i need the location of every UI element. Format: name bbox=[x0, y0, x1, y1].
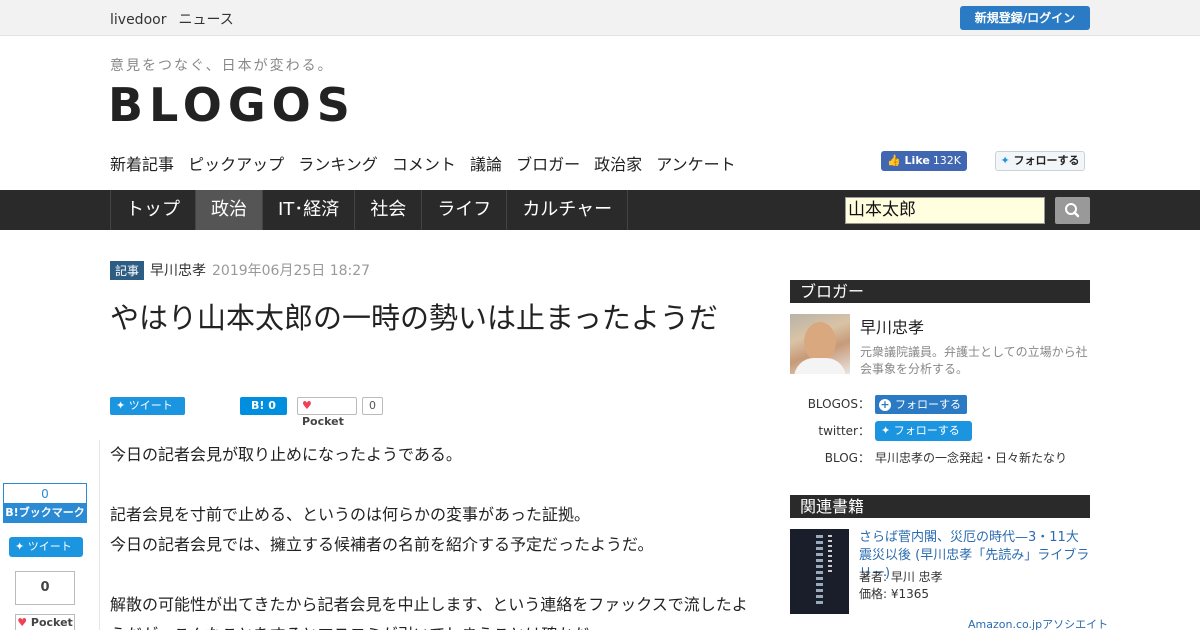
tw-follow-label: フォローする bbox=[1013, 154, 1080, 167]
hatena-bookmark-button[interactable]: B! 0 bbox=[240, 397, 287, 415]
paragraph: 今日の記者会見が取り止めになったようである。 bbox=[110, 445, 462, 464]
paragraph: 今日の記者会見では、擁立する候補者の名前を紹介する予定だったようだ。 bbox=[110, 535, 654, 554]
paragraph: うだが、こんなことをするとマスコミが引いてしまうことは確かだ。 bbox=[110, 620, 760, 630]
site-tagline: 意見をつなぐ、日本が変わる。 bbox=[110, 58, 334, 74]
article-meta: 記事 早川忠孝 2019年06月25日 18:27 bbox=[110, 260, 370, 280]
subnav-debate[interactable]: 議論 bbox=[470, 155, 502, 174]
float-tweet-button[interactable]: ✦ ツイート bbox=[9, 537, 83, 557]
facebook-like-button[interactable]: 👍 Like 132K bbox=[881, 151, 968, 171]
twitter-bird-icon: ✦ bbox=[116, 399, 126, 412]
float-hatena-button[interactable]: B!ブックマーク bbox=[3, 503, 87, 523]
pocket-label: Pocket bbox=[302, 415, 344, 428]
book-cover[interactable] bbox=[790, 529, 849, 614]
subnav-new[interactable]: 新着記事 bbox=[110, 155, 174, 174]
subnav-comment[interactable]: コメント bbox=[392, 155, 456, 174]
plus-icon: + bbox=[879, 398, 891, 411]
subnav-pickup[interactable]: ピックアップ bbox=[188, 155, 284, 174]
pocket-count: 0 bbox=[362, 397, 383, 415]
subnav-blogger[interactable]: ブロガー bbox=[516, 155, 580, 174]
float-tweet-label: ツイート bbox=[27, 540, 72, 553]
blogos-follow-button[interactable]: + フォローする bbox=[875, 395, 967, 414]
sub-navigation: 新着記事 ピックアップ ランキング コメント 議論 ブロガー 政治家 アンケート bbox=[110, 151, 745, 175]
search-input[interactable]: 山本太郎 bbox=[845, 197, 1045, 224]
twitter-follow-side-button[interactable]: ✦ フォローする bbox=[875, 421, 972, 441]
brand-news[interactable]: ニュース bbox=[178, 12, 233, 28]
article-date: 2019年06月25日 18:27 bbox=[212, 263, 371, 279]
hatena-label: B! bbox=[251, 399, 265, 412]
article-badge: 記事 bbox=[110, 261, 145, 280]
pocket-icon: ♥ bbox=[302, 399, 312, 412]
books-heading: 関連書籍 bbox=[790, 495, 1090, 518]
search-icon bbox=[1065, 203, 1080, 218]
subnav-politician[interactable]: 政治家 bbox=[594, 155, 642, 174]
twitter-follow-label: フォローする bbox=[893, 424, 960, 437]
hatena-count: 0 bbox=[268, 399, 276, 412]
fb-like-label: Like bbox=[904, 154, 930, 167]
tab-culture[interactable]: カルチャー bbox=[507, 190, 629, 230]
tab-society[interactable]: 社会 bbox=[355, 190, 423, 230]
blogos-follow-label: フォローする bbox=[895, 398, 961, 411]
livedoor-brand[interactable]: livedoor ニュース bbox=[110, 9, 246, 29]
blog-label: BLOG： bbox=[824, 451, 870, 465]
tab-it-economy[interactable]: IT･経済 bbox=[263, 190, 356, 230]
blogger-avatar[interactable] bbox=[790, 314, 850, 374]
tweet-button[interactable]: ✦ ツイート bbox=[110, 397, 185, 415]
tab-life[interactable]: ライフ bbox=[422, 190, 508, 230]
twitter-follow-button[interactable]: ✦ フォローする bbox=[995, 151, 1085, 171]
tab-top[interactable]: トップ bbox=[111, 190, 196, 230]
blogger-heading: ブロガー bbox=[790, 280, 1090, 303]
fb-like-count: 132K bbox=[932, 154, 962, 167]
tab-politics[interactable]: 政治 bbox=[196, 190, 263, 230]
top-bar: livedoor ニュース 新規登録/ログイン bbox=[0, 0, 1200, 36]
article-body: 今日の記者会見が取り止めになったようである。 記者会見を寸前で止める、というのは… bbox=[110, 440, 760, 630]
thumbs-up-icon: 👍 bbox=[887, 154, 901, 167]
blogos-label: BLOGOS： bbox=[807, 397, 870, 411]
twitter-bird-icon: ✦ bbox=[881, 424, 891, 437]
site-logo[interactable]: BLOGOS bbox=[108, 78, 356, 132]
brand-livedoor[interactable]: livedoor bbox=[110, 12, 166, 28]
blogger-description: 元衆議院議員。弁護士としての立場から社会事象を分析する。 bbox=[860, 345, 1088, 376]
float-pocket-count: 0 bbox=[15, 571, 75, 605]
book-price: 価格: ¥1365 bbox=[859, 587, 930, 601]
main-navigation: トップ 政治 IT･経済 社会 ライフ カルチャー 山本太郎 bbox=[0, 190, 1200, 230]
pocket-icon: ♥ bbox=[17, 616, 28, 629]
subnav-ranking[interactable]: ランキング bbox=[298, 155, 378, 174]
blogger-name[interactable]: 早川忠孝 bbox=[860, 314, 924, 338]
twitter-bird-icon: ✦ bbox=[1000, 154, 1010, 167]
subnav-survey[interactable]: アンケート bbox=[656, 155, 735, 174]
pocket-button[interactable]: ♥ Pocket bbox=[297, 397, 357, 428]
tweet-label: ツイート bbox=[128, 399, 173, 412]
float-pocket-label: Pocket bbox=[30, 616, 73, 629]
login-button[interactable]: 新規登録/ログイン bbox=[960, 6, 1090, 30]
blog-link[interactable]: 早川忠孝の一念発起・日々新たなり bbox=[875, 449, 1067, 466]
float-hatena-count: 0 bbox=[3, 483, 87, 503]
article-author[interactable]: 早川忠孝 bbox=[150, 263, 206, 279]
twitter-label: twitter： bbox=[818, 424, 870, 438]
article-title: やはり山本太郎の一時の勢いは止まったようだ bbox=[110, 301, 718, 335]
paragraph: 解散の可能性が出てきたから記者会見を中止します、という連絡をファックスで流したよ bbox=[110, 595, 748, 614]
book-author: 著者: 早川 忠孝 bbox=[859, 570, 943, 584]
float-pocket-button[interactable]: ♥ Pocket bbox=[15, 614, 75, 630]
amazon-associate-link[interactable]: Amazon.co.jpアソシエイト bbox=[968, 616, 1108, 630]
twitter-bird-icon: ✦ bbox=[15, 540, 25, 553]
search-button[interactable] bbox=[1055, 197, 1090, 224]
paragraph: 記者会見を寸前で止める、というのは何らかの変事があった証拠。 bbox=[110, 505, 591, 524]
